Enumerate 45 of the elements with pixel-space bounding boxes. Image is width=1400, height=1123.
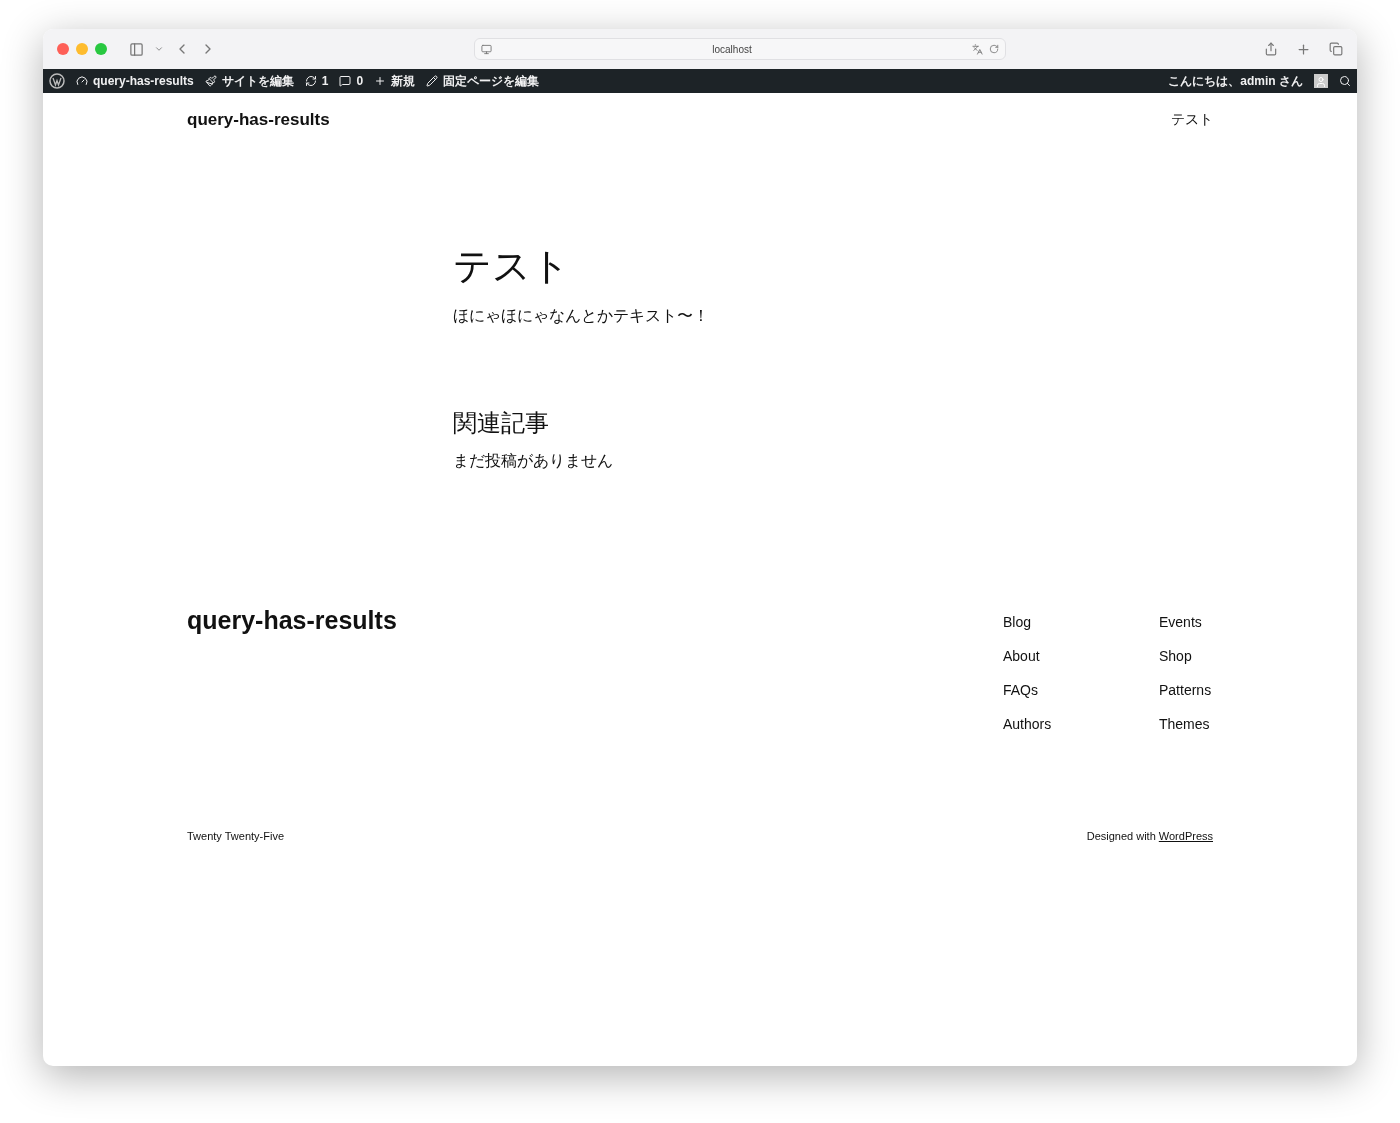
url-text: localhost	[711, 43, 753, 55]
site-title[interactable]: query-has-results	[187, 110, 330, 130]
wordpress-link[interactable]: WordPress	[1158, 830, 1213, 842]
speech-bubble-icon	[339, 75, 352, 87]
greeting-link[interactable]: こんにちは、admin さん	[1168, 72, 1303, 90]
footer-link[interactable]: About	[1003, 646, 1159, 666]
admin-bar-item[interactable]: query-has-results	[76, 74, 194, 88]
footer-link[interactable]: Shop	[1159, 646, 1215, 666]
brush-icon	[204, 75, 217, 87]
footer-link[interactable]: FAQs	[1003, 680, 1159, 700]
post-title: テスト	[453, 243, 571, 290]
page-icon	[481, 43, 492, 55]
chevron-down-icon[interactable]	[154, 44, 164, 54]
refresh-icon	[304, 75, 317, 87]
plus-icon	[374, 75, 387, 87]
address-bar[interactable]: localhost	[474, 38, 1006, 60]
nav-link[interactable]: テスト	[1171, 111, 1213, 129]
search-icon[interactable]	[1339, 75, 1351, 87]
designed-with-text: Designed with	[1086, 830, 1156, 842]
reload-icon[interactable]	[989, 44, 999, 54]
admin-bar-item[interactable]: 0	[339, 74, 364, 88]
maximize-icon[interactable]	[95, 43, 107, 55]
pencil-icon	[426, 75, 439, 87]
share-icon[interactable]	[1264, 42, 1278, 56]
footer-link[interactable]: Authors	[1003, 714, 1159, 734]
admin-bar-item[interactable]: 新規	[374, 72, 416, 90]
translate-icon[interactable]	[972, 43, 983, 55]
footer-link[interactable]: Patterns	[1159, 680, 1215, 700]
close-icon[interactable]	[57, 43, 69, 55]
admin-bar-item[interactable]: 固定ページを編集	[426, 72, 540, 90]
sidebar-icon[interactable]	[129, 41, 144, 57]
footer-link[interactable]: Blog	[1003, 612, 1159, 632]
footer-site-title[interactable]: query-has-results	[187, 606, 397, 734]
footer-link[interactable]: Themes	[1159, 714, 1215, 734]
theme-credit: Twenty Twenty-Five	[187, 830, 284, 842]
tabs-icon[interactable]	[1329, 42, 1343, 56]
new-tab-icon[interactable]	[1296, 41, 1311, 57]
related-heading: 関連記事	[453, 408, 550, 439]
admin-bar-item[interactable]: サイトを編集	[204, 72, 294, 90]
post-body: ほにゃほにゃなんとかテキスト〜！	[453, 306, 710, 327]
gauge-icon	[76, 75, 88, 87]
circle-logo-icon[interactable]	[49, 73, 65, 89]
empty-message: まだ投稿がありません	[453, 451, 614, 472]
admin-bar-item[interactable]: 1	[304, 74, 329, 88]
footer-link[interactable]: Events	[1159, 612, 1215, 632]
